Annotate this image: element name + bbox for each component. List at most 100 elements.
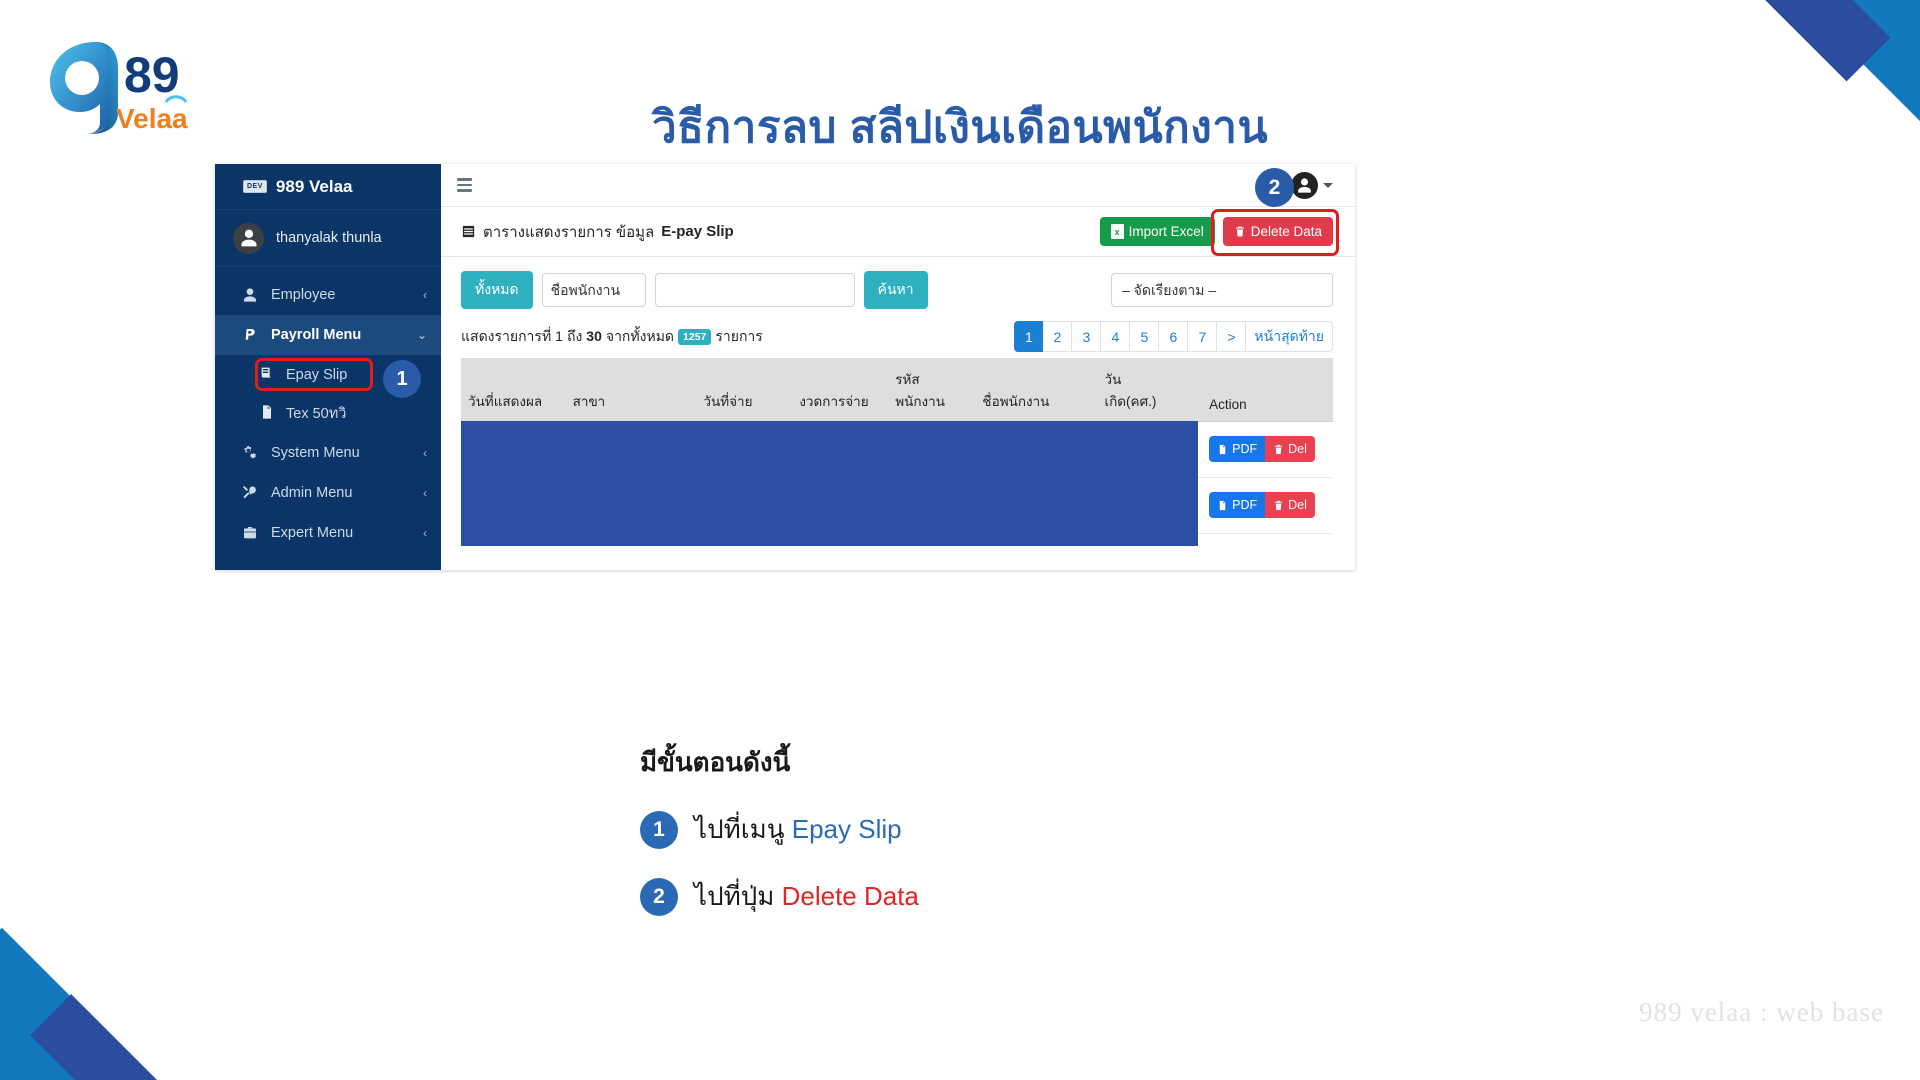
sidebar-item-label: Payroll Menu <box>271 327 362 343</box>
step-item-1: 1 ไปที่เมนู Epay Slip <box>640 809 919 850</box>
th-employee-code-line1: รหัส <box>895 371 920 387</box>
th-birth-date: วัน เกิด(คศ.) <box>1097 358 1203 422</box>
info-pre: แสดงรายการที่ <box>461 327 552 344</box>
th-employee-code: รหัส พนักงาน <box>888 358 976 422</box>
user-icon <box>241 287 259 303</box>
chevron-down-icon: ⌄ <box>416 328 427 342</box>
page-button[interactable]: 5 <box>1130 321 1160 352</box>
info-from: 1 <box>555 327 563 344</box>
import-excel-label: Import Excel <box>1128 224 1204 239</box>
gears-icon <box>241 445 259 461</box>
sidebar-item-label: Employee <box>271 287 336 303</box>
filter-row: ทั้งหมด ชื่อพนักงาน ค้นหา – จัดเรียงตาม … <box>441 257 1355 319</box>
table-container: วันที่แสดงผล สาขา วันที่จ่าย งวดการจ่าย … <box>441 358 1355 570</box>
th-employee-name: ชื่อพนักงาน <box>975 358 1098 422</box>
callout-badge-1: 1 <box>383 360 421 398</box>
th-pay-date: วันที่จ่าย <box>696 358 793 422</box>
step-text-2: ไปที่ปุ่ม Delete Data <box>694 876 919 917</box>
record-info: แสดงรายการที่ 1 ถึง 30 จากทั้งหมด 1257 ร… <box>461 326 763 348</box>
page-button[interactable]: 3 <box>1072 321 1102 352</box>
step-1-prefix: ไปที่เมนู <box>694 814 792 844</box>
table-header-row: วันที่แสดงผล สาขา วันที่จ่าย งวดการจ่าย … <box>461 358 1333 422</box>
page-button[interactable]: 4 <box>1101 321 1131 352</box>
info-mid2: จากทั้งหมด <box>605 327 675 344</box>
th-display-date: วันที่แสดงผล <box>461 358 566 422</box>
delete-data-button[interactable]: Delete Data <box>1222 217 1333 246</box>
info-to: 30 <box>586 327 602 344</box>
th-pay-period: งวดการจ่าย <box>792 358 889 422</box>
delete-row-button[interactable]: Del <box>1265 492 1315 518</box>
pdf-button[interactable]: PDF <box>1209 436 1266 462</box>
excel-icon: x <box>1110 224 1124 239</box>
pdf-label: PDF <box>1232 442 1258 456</box>
row-selection-overlay <box>461 421 1198 546</box>
main-panel: ตารางแสดงรายการ ข้อมูล E-pay Slip x Impo… <box>441 164 1355 570</box>
sidebar-item-employee[interactable]: Employee ‹ <box>215 275 441 315</box>
sidebar-item-admin-menu[interactable]: Admin Menu ‹ <box>215 473 441 513</box>
page-button[interactable]: 2 <box>1043 321 1073 352</box>
hamburger-icon[interactable] <box>457 178 472 192</box>
sidebar-item-payroll-menu[interactable]: Payroll Menu ⌄ <box>215 315 441 355</box>
chevron-left-icon: ‹ <box>423 288 427 302</box>
sidebar-item-label: System Menu <box>271 445 360 461</box>
pagination-row: แสดงรายการที่ 1 ถึง 30 จากทั้งหมด 1257 ร… <box>441 319 1355 358</box>
steps-section: มีขั้นตอนดังนี้ 1 ไปที่เมนู Epay Slip 2 … <box>640 742 919 917</box>
sidebar-item-label: Expert Menu <box>271 525 354 541</box>
row-action-cell: PDF Del <box>1202 477 1333 534</box>
sidebar-subitem-label: Tex 50ทวิ <box>286 406 347 422</box>
th-birth-date-line1: วัน <box>1104 371 1122 387</box>
tools-icon <box>241 485 259 501</box>
sidebar-subitem-label: Epay Slip <box>286 366 348 383</box>
chevron-left-icon: ‹ <box>423 446 427 460</box>
card-header: ตารางแสดงรายการ ข้อมูล E-pay Slip x Impo… <box>441 207 1355 257</box>
delete-row-label: Del <box>1288 498 1307 512</box>
topbar-user-menu[interactable] <box>1291 171 1333 199</box>
sidebar-item-label: Admin Menu <box>271 485 353 501</box>
delete-row-button[interactable]: Del <box>1265 436 1315 462</box>
card-title-prefix: ตารางแสดงรายการ ข้อมูล <box>483 223 655 241</box>
step-number-1: 1 <box>640 810 678 849</box>
sidebar-user-name: thanyalak thunla <box>276 230 382 246</box>
topbar <box>441 164 1355 207</box>
sidebar-user[interactable]: thanyalak thunla <box>215 210 441 267</box>
slip-icon <box>259 365 275 385</box>
sidebar-item-expert-menu[interactable]: Expert Menu ‹ <box>215 513 441 553</box>
callout-badge-2: 2 <box>1255 168 1294 207</box>
page-button[interactable]: 6 <box>1159 321 1189 352</box>
step-item-2: 2 ไปที่ปุ่ม Delete Data <box>640 876 919 917</box>
search-button[interactable]: ค้นหา <box>863 271 928 309</box>
show-all-button[interactable]: ทั้งหมด <box>461 271 533 309</box>
th-birth-date-line2: เกิด(คศ.) <box>1104 393 1157 409</box>
dev-badge: DEV <box>243 180 267 193</box>
page-title: วิธีการลบ สลีปเงินเดือนพนักงาน <box>651 103 1269 152</box>
card-title-strong: E-pay Slip <box>661 223 734 240</box>
search-input[interactable] <box>654 273 855 307</box>
import-excel-button[interactable]: x Import Excel <box>1099 217 1215 246</box>
page-button[interactable]: 1 <box>1014 321 1044 352</box>
bottom-left-decoration <box>0 890 260 1080</box>
user-avatar-icon <box>1291 171 1318 199</box>
th-action: Action <box>1202 358 1333 422</box>
trash-icon <box>1274 444 1283 454</box>
sidebar-item-system-menu[interactable]: System Menu ‹ <box>215 433 441 473</box>
user-avatar-icon <box>233 222 264 254</box>
table-icon <box>462 225 475 238</box>
page-next-button[interactable]: > <box>1217 321 1247 352</box>
step-number-2: 2 <box>640 877 678 916</box>
th-employee-code-line2: พนักงาน <box>895 393 945 409</box>
search-field-select[interactable]: ชื่อพนักงาน <box>541 273 646 307</box>
sidebar-nav: Employee ‹ Payroll Menu ⌄ Epay Slip Tex … <box>215 267 441 553</box>
pdf-icon <box>1219 500 1226 510</box>
pager: 1 2 3 4 5 6 7 > หน้าสุดท้าย <box>1014 321 1333 352</box>
page-last-button[interactable]: หน้าสุดท้าย <box>1246 321 1333 352</box>
sidebar-brand-label: 989 Velaa <box>275 176 353 196</box>
sidebar-brand[interactable]: DEV 989 Velaa <box>215 164 441 210</box>
page-button[interactable]: 7 <box>1188 321 1218 352</box>
step-2-target: Delete Data <box>781 881 919 911</box>
sidebar-item-tex-50[interactable]: Tex 50ทวิ <box>215 394 441 433</box>
file-icon <box>259 404 275 424</box>
trash-icon <box>1235 226 1244 237</box>
sort-select[interactable]: – จัดเรียงตาม – <box>1111 273 1333 307</box>
delete-data-label: Delete Data <box>1250 224 1322 239</box>
pdf-button[interactable]: PDF <box>1209 492 1266 518</box>
